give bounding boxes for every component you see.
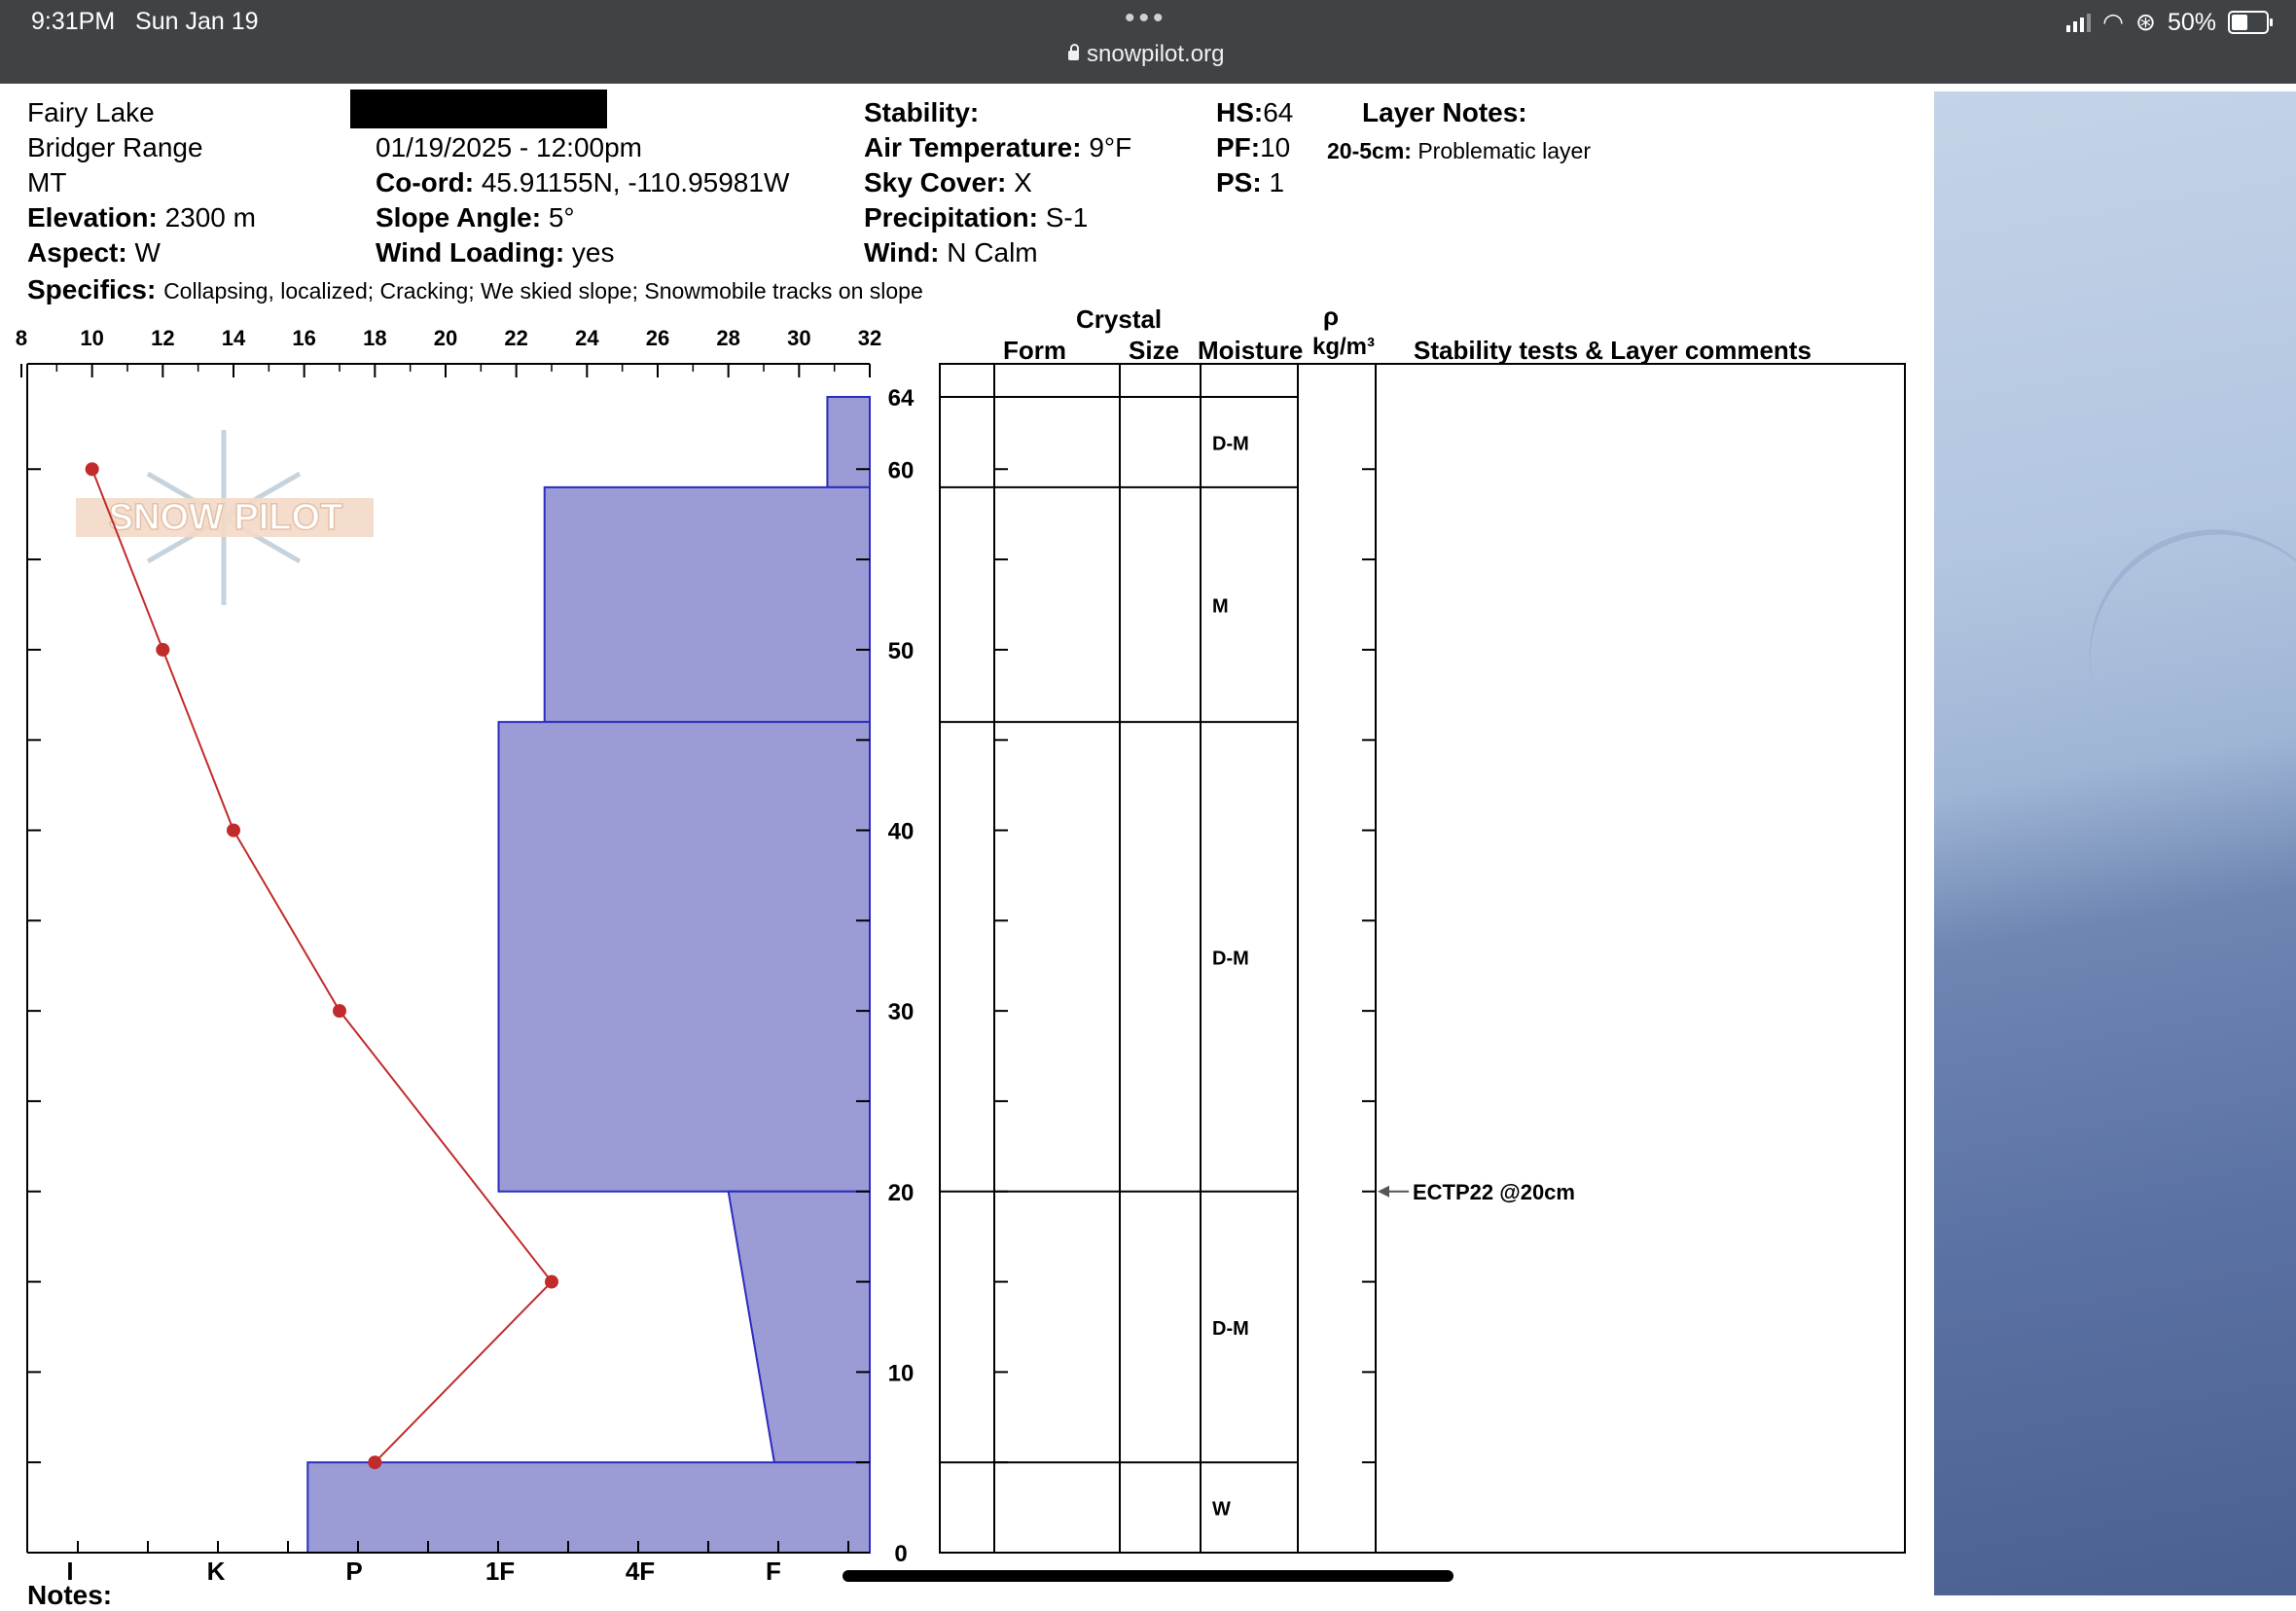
temp-tick-label: 8 [16,326,27,350]
hardness-layer-bar [497,721,871,1193]
temp-tick-label: 30 [787,326,810,350]
hardness-label: 1F [485,1557,515,1586]
temp-tick-label: 32 [858,326,881,350]
watermark-text: SNOW PILOT [109,497,343,538]
temperature-point [333,1004,346,1019]
hardness-label: F [766,1557,781,1586]
depth-tick-label: 20 [888,1180,915,1206]
temp-tick-label: 22 [504,326,527,350]
hardness-layer-bar [826,396,871,488]
snow-crust-edge [2053,493,2296,824]
hardness-label: K [207,1557,226,1586]
hardness-layer-bar [306,1461,871,1554]
temp-tick-label: 24 [575,326,599,350]
hardness-label: I [66,1557,73,1586]
depth-tick-label: 64 [888,385,915,412]
hardness-label: 4F [626,1557,655,1586]
layer-table-border [939,363,1906,1554]
temp-tick-label: 10 [80,326,103,350]
hardness-layer-bar [727,1190,871,1464]
test-result-label: ECTP22 @20cm [1413,1180,1575,1204]
depth-tick-label: 10 [888,1360,915,1386]
temp-tick-label: 16 [292,326,315,350]
temp-tick-label: 12 [151,326,174,350]
snowpit-photo [1934,91,2296,1595]
depth-tick-label: 0 [894,1541,907,1567]
temperature-point [545,1274,558,1289]
test-result-arrow-head [1378,1185,1389,1198]
temp-tick-label: 14 [222,326,246,350]
depth-tick-label: 50 [888,638,915,664]
temp-tick-label: 18 [363,326,386,350]
temperature-point [156,642,170,657]
temp-tick-label: 20 [434,326,457,350]
layer-moisture: W [1212,1499,1231,1521]
temperature-point [368,1455,382,1470]
layer-moisture: D-M [1212,948,1249,969]
layer-moisture: D-M [1212,433,1249,454]
temperature-point [85,462,99,477]
temperature-profile-line [90,468,554,1463]
hardness-layer-bar [543,485,871,724]
depth-tick-label: 40 [888,819,915,845]
temp-tick-label: 28 [716,326,739,350]
home-indicator[interactable] [843,1570,1453,1582]
hardness-label: P [345,1557,362,1586]
layer-moisture: D-M [1212,1318,1249,1340]
temperature-point [227,823,240,838]
depth-tick-label: 60 [888,457,915,483]
temp-tick-label: 26 [646,326,669,350]
layer-moisture: M [1212,595,1229,617]
snowpilot-logo-watermark: SNOW PILOT [76,430,374,605]
depth-tick-label: 30 [888,999,915,1025]
